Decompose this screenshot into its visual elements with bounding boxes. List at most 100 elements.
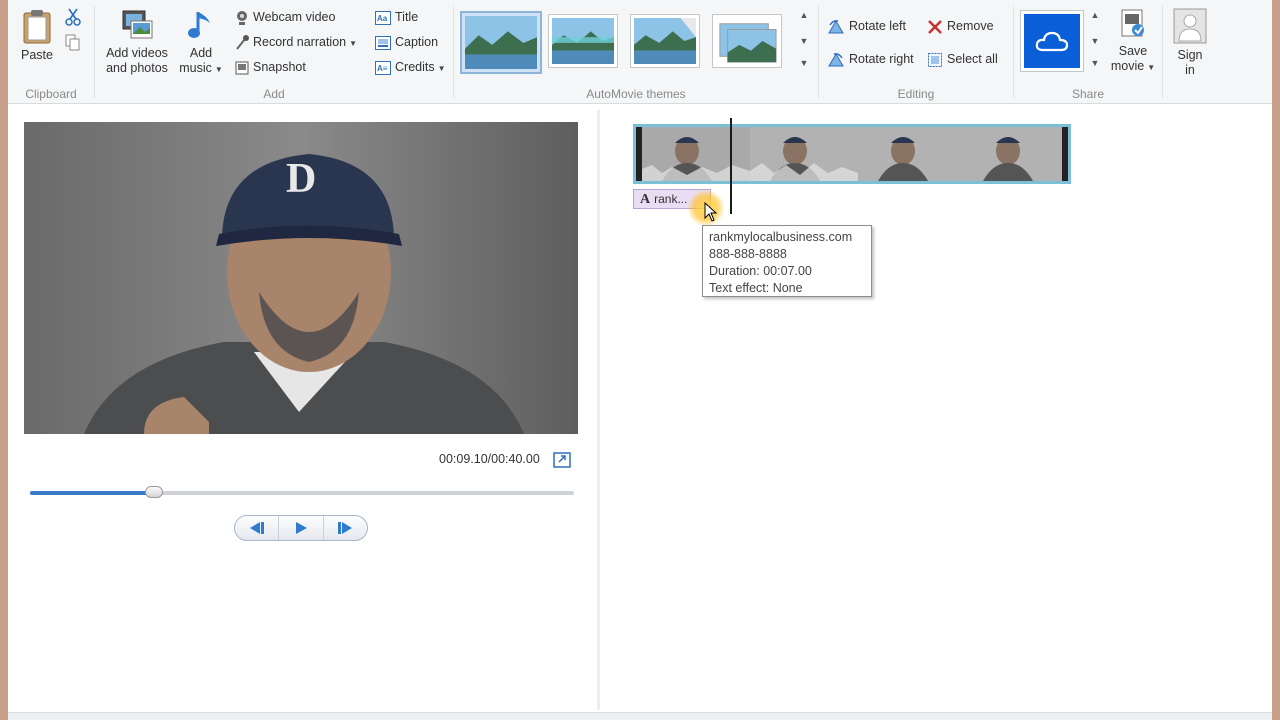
play-button[interactable] [279, 516, 324, 540]
select-all-button[interactable]: Select all [927, 49, 998, 69]
seek-progress [30, 491, 154, 495]
rotate-left-label: Rotate left [849, 19, 906, 33]
theme-thumbnail-1[interactable] [460, 11, 542, 74]
rotate-right-button[interactable]: Rotate right [827, 49, 914, 69]
save-movie-label-1: Save [1118, 44, 1148, 58]
select-all-label: Select all [947, 52, 998, 66]
timeline-playhead[interactable] [730, 118, 732, 214]
play-icon [295, 522, 307, 534]
title-label: Title [395, 10, 419, 24]
tooltip-line-effect: Text effect: None [709, 281, 803, 295]
webcam-video-button[interactable]: Webcam video [235, 7, 335, 27]
music-note-icon [188, 12, 210, 38]
svg-text:D: D [286, 156, 316, 202]
rotate-left-button[interactable]: Rotate left [827, 16, 906, 36]
title-icon: Aa [375, 10, 391, 25]
clip-frame-thumbnail [750, 127, 858, 181]
caption-clip-label: rank... [654, 192, 688, 206]
add-group-label: Add [263, 87, 285, 101]
video-clip[interactable] [633, 124, 1071, 184]
remove-x-icon [928, 19, 942, 34]
save-movie-button[interactable]: Save movie ▼ [1108, 8, 1158, 75]
record-narration-button[interactable]: Record narration ▼ [235, 32, 357, 52]
record-narration-dropdown-icon[interactable]: ▼ [349, 39, 357, 48]
add-music-label-2-row: music ▼ [179, 61, 223, 77]
share-more-icon[interactable]: ▼ [1088, 58, 1102, 68]
film-photo-icon [122, 10, 153, 39]
clip-frame-image [966, 127, 1062, 181]
caption-tooltip: rankmylocalbusiness.com 888-888-8888 Dur… [702, 225, 872, 297]
landscape-thumbnail-icon [465, 16, 537, 69]
tooltip-line-phone: 888-888-8888 [709, 247, 787, 261]
mouse-pointer-icon [704, 202, 718, 222]
automovie-themes-group-label: AutoMovie themes [586, 87, 686, 101]
credits-button[interactable]: A≡ Credits ▼ [375, 57, 446, 77]
clip-frame-image [642, 127, 750, 181]
snapshot-button[interactable]: Snapshot [235, 57, 306, 77]
add-videos-photos-button[interactable]: Add videos and photos [101, 8, 173, 76]
share-group-label: Share [1071, 87, 1105, 101]
seek-thumb[interactable] [144, 486, 163, 498]
theme-thumbnail-4[interactable] [712, 14, 782, 68]
themes-more-icon[interactable]: ▼ [797, 58, 811, 68]
playback-time: 00:09.10/00:40.00 [439, 452, 540, 466]
title-button[interactable]: Aa Title [375, 7, 418, 27]
svg-text:Aa: Aa [377, 14, 388, 23]
share-scroll-down-icon[interactable]: ▼ [1088, 36, 1102, 46]
caption-label: Caption [395, 35, 439, 49]
editing-group: Rotate left Rotate right Remove Select a… [819, 0, 1013, 104]
themes-scroll-down-icon[interactable]: ▼ [797, 36, 811, 46]
fullscreen-expand-icon[interactable] [553, 452, 571, 468]
clip-frame-thumbnail [966, 127, 1062, 181]
clip-frame-thumbnail [858, 127, 966, 181]
paste-label: Paste [21, 48, 53, 62]
ribbon: Paste Clipboard Add videos and photos Ad… [8, 0, 1272, 104]
microphone-icon [236, 34, 249, 50]
caption-button[interactable]: Caption [375, 32, 438, 52]
sign-in-button[interactable]: Sign in [1168, 8, 1212, 78]
clipboard-group-label: Clipboard [25, 87, 77, 101]
webcam-icon [237, 10, 247, 25]
paste-button[interactable]: Paste [16, 8, 58, 63]
share-group: ▲ ▼ ▼ Save movie ▼ Share [1014, 0, 1162, 104]
clip-frame-thumbnail [642, 127, 750, 181]
add-music-label-2: music [179, 61, 212, 75]
editing-group-label: Editing [897, 87, 935, 101]
add-music-button[interactable]: Add music ▼ [179, 8, 223, 77]
sign-in-label-1: Sign [1177, 48, 1203, 62]
theme-thumbnail-3[interactable] [630, 14, 700, 68]
video-frame-image: D [24, 122, 578, 434]
caption-a-icon: A [640, 192, 651, 207]
save-movie-label-2: movie [1110, 59, 1145, 73]
onedrive-share-button[interactable] [1020, 10, 1084, 72]
cut-icon[interactable] [65, 8, 81, 26]
tooltip-line-duration: Duration: 00:07.00 [709, 264, 812, 278]
webcam-video-label: Webcam video [253, 10, 336, 24]
copy-icon[interactable] [65, 34, 81, 52]
rotate-right-label: Rotate right [849, 52, 914, 66]
remove-button[interactable]: Remove [927, 16, 994, 36]
status-bar [8, 712, 1272, 720]
clipboard-group: Paste Clipboard [8, 0, 94, 104]
onedrive-tile [1024, 14, 1080, 68]
playback-controls [234, 515, 368, 541]
next-frame-button[interactable] [324, 516, 367, 540]
save-movie-dropdown-icon[interactable]: ▼ [1147, 63, 1155, 72]
movie-maker-window: Paste Clipboard Add videos and photos Ad… [8, 0, 1272, 720]
video-preview[interactable]: D [24, 122, 578, 434]
theme-thumbnail-2[interactable] [548, 14, 618, 68]
pane-splitter[interactable] [597, 110, 600, 710]
credits-dropdown-icon[interactable]: ▼ [438, 64, 446, 73]
ribbon-separator [1162, 6, 1163, 98]
credits-label: Credits [395, 60, 435, 74]
seek-slider[interactable] [30, 486, 574, 498]
add-music-dropdown-icon[interactable]: ▼ [215, 65, 223, 74]
sign-in-label-2: in [1185, 63, 1195, 77]
themes-scroll-up-icon[interactable]: ▲ [797, 10, 811, 20]
add-videos-label: Add videos [106, 46, 168, 60]
previous-frame-button[interactable] [235, 516, 280, 540]
paste-icon [23, 10, 51, 44]
landscape-thumbnail-icon [634, 18, 696, 64]
share-scroll-up-icon[interactable]: ▲ [1088, 10, 1102, 20]
next-frame-icon [338, 522, 353, 534]
